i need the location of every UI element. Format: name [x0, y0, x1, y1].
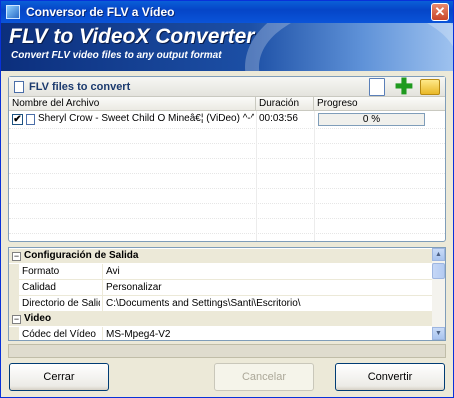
- property-value[interactable]: C:\Documents and Settings\Santi\Escritor…: [102, 296, 433, 312]
- collapse-icon[interactable]: −: [12, 315, 21, 324]
- file-list-panel: FLV files to convert ✚ Nombre del Archiv…: [8, 76, 446, 242]
- column-header-progress[interactable]: Progreso: [314, 97, 445, 111]
- document-icon: [14, 81, 24, 93]
- open-folder-icon[interactable]: [420, 79, 440, 95]
- row-gutter: [9, 264, 19, 280]
- grid-line: [9, 218, 445, 219]
- row-gutter: [9, 327, 19, 340]
- app-icon: [6, 5, 20, 19]
- file-panel-title: FLV files to convert: [29, 81, 131, 93]
- file-progress-bar: 0 %: [318, 113, 425, 126]
- file-icon: [26, 114, 35, 125]
- convert-button[interactable]: Convertir: [335, 363, 445, 391]
- scroll-down-icon[interactable]: ▼: [432, 327, 445, 340]
- file-list-header: Nombre del Archivo Duración Progreso: [9, 97, 445, 111]
- grid-line: [9, 188, 445, 189]
- file-panel-header: FLV files to convert ✚: [9, 76, 445, 98]
- description-bar: [8, 344, 446, 358]
- banner-subtitle: Convert FLV video files to any output fo…: [11, 50, 222, 61]
- property-row-video-codec[interactable]: Códec del Vídeo MS-Mpeg4-V2: [9, 327, 433, 340]
- window-title: Conversor de FLV a Vídeo: [26, 5, 175, 19]
- collapse-icon[interactable]: −: [12, 252, 21, 261]
- column-header-duration[interactable]: Duración: [256, 97, 314, 111]
- property-value[interactable]: Personalizar: [102, 280, 433, 296]
- grid-line: [9, 128, 445, 129]
- category-label: Configuración de Salida: [24, 250, 139, 261]
- property-row-format[interactable]: Formato Avi: [9, 264, 433, 280]
- category-video[interactable]: − Video: [9, 312, 433, 326]
- grid-line: [9, 173, 445, 174]
- column-divider: [314, 111, 315, 241]
- output-settings-grid: − Configuración de Salida Formato Avi Ca…: [8, 247, 446, 341]
- vertical-scrollbar[interactable]: ▲ ▼: [432, 248, 445, 340]
- file-duration-cell: 00:03:56: [259, 113, 298, 124]
- column-header-name[interactable]: Nombre del Archivo: [9, 97, 256, 111]
- cancel-button[interactable]: Cancelar: [214, 363, 314, 391]
- row-gutter: [9, 296, 19, 312]
- scroll-up-icon[interactable]: ▲: [432, 248, 445, 261]
- grid-line: [9, 158, 445, 159]
- category-output-settings[interactable]: − Configuración de Salida: [9, 249, 433, 263]
- file-checkbox[interactable]: ✔: [12, 114, 23, 125]
- column-divider: [256, 111, 257, 241]
- property-name: Códec del Vídeo: [22, 329, 96, 340]
- table-row[interactable]: ✔ Sheryl Crow - Sweet Child O Mineâ€¦ (V…: [9, 112, 445, 127]
- property-row-quality[interactable]: Calidad Personalizar: [9, 280, 433, 296]
- new-list-icon[interactable]: [369, 78, 385, 96]
- row-gutter: [9, 280, 19, 296]
- app-window: Conversor de FLV a Vídeo ✕ FLV to VideoX…: [0, 0, 454, 398]
- banner-title: FLV to VideoX Converter: [9, 25, 255, 48]
- file-name-cell: Sheryl Crow - Sweet Child O Mineâ€¦ (ViD…: [38, 113, 254, 124]
- scroll-thumb[interactable]: [432, 263, 445, 279]
- close-window-button[interactable]: ✕: [431, 3, 449, 21]
- property-name: Directorio de Salida: [22, 298, 100, 309]
- property-value[interactable]: Avi: [102, 264, 433, 280]
- property-row-output-directory[interactable]: Directorio de Salida C:\Documents and Se…: [9, 296, 433, 312]
- grid-line: [9, 143, 445, 144]
- close-button[interactable]: Cerrar: [9, 363, 109, 391]
- property-name: Formato: [22, 266, 60, 277]
- title-bar[interactable]: Conversor de FLV a Vídeo ✕: [1, 1, 453, 23]
- header-banner: FLV to VideoX Converter Convert FLV vide…: [1, 23, 453, 71]
- category-label: Video: [24, 313, 52, 324]
- grid-line: [9, 203, 445, 204]
- add-file-icon[interactable]: ✚: [394, 76, 414, 98]
- grid-line: [9, 233, 445, 234]
- property-name: Calidad: [22, 282, 56, 293]
- property-value[interactable]: MS-Mpeg4-V2: [102, 327, 433, 340]
